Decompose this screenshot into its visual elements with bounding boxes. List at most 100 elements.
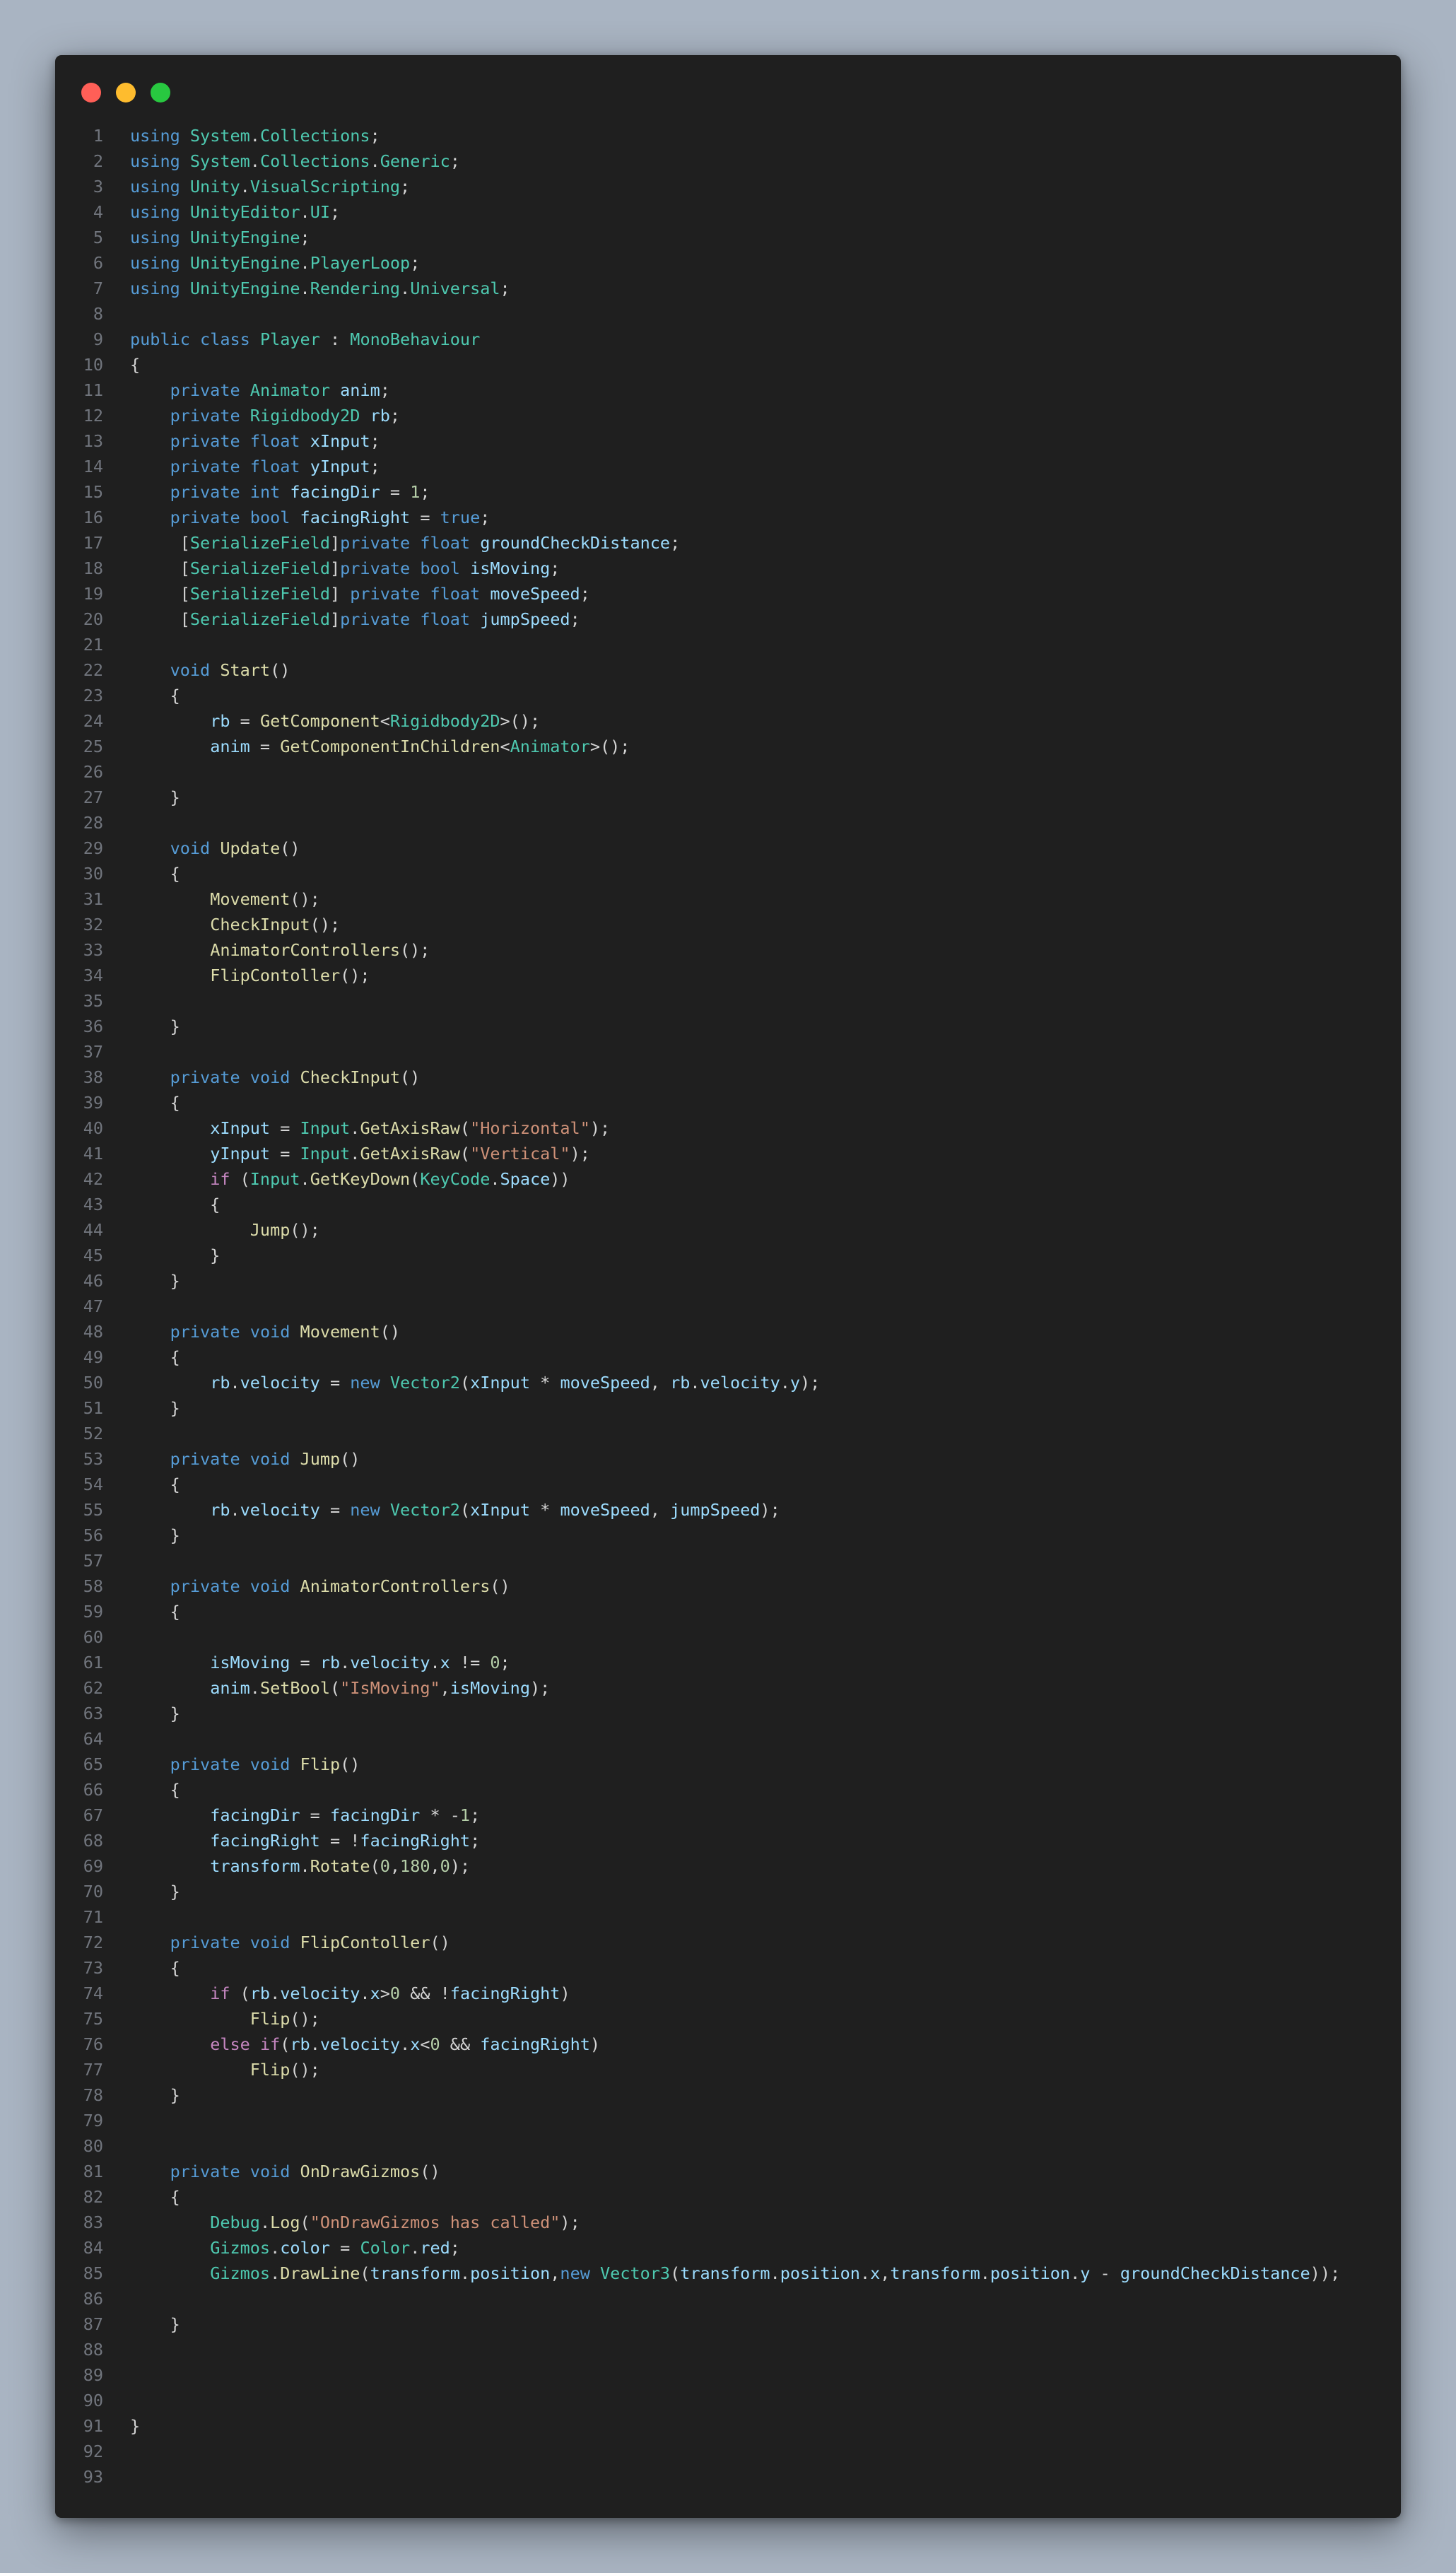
code-line: 28 [55, 810, 1401, 836]
line-number: 80 [83, 2136, 103, 2156]
code-token: ( [230, 1983, 250, 2003]
code-token: private [170, 431, 240, 451]
code-token: ( [459, 1373, 471, 1393]
minimize-button[interactable] [116, 83, 136, 102]
code-line: 17 [SerializeField]private float groundC… [55, 530, 1401, 556]
code-token: ; [470, 1805, 481, 1825]
code-token: ] [329, 558, 341, 578]
line-source: facingRight = !facingRight; [130, 1828, 480, 1853]
line-number: 41 [83, 1144, 103, 1164]
line-number: 10 [83, 355, 103, 375]
code-line: 56 } [55, 1523, 1401, 1548]
code-token: void [249, 1933, 290, 1952]
code-line: 89 [55, 2362, 1401, 2388]
code-line: 25 anim = GetComponentInChildren<Animato… [55, 734, 1401, 759]
code-line: 37 [55, 1039, 1401, 1065]
code-token: . [249, 151, 260, 171]
line-source: { [130, 861, 180, 886]
code-token: ( [280, 2034, 290, 2054]
line-number: 76 [83, 2034, 103, 2054]
code-token: . [270, 2238, 281, 2258]
line-source: using System.Collections; [130, 123, 380, 148]
code-token: } [130, 2085, 180, 2105]
code-token: , [650, 1373, 671, 1393]
code-token: { [130, 1958, 180, 1978]
code-token: Gizmos [210, 2238, 271, 2258]
code-token: } [130, 1704, 180, 1723]
line-number: 36 [83, 1016, 103, 1036]
line-number: 51 [83, 1398, 103, 1418]
line-number: 40 [83, 1118, 103, 1138]
line-number: 88 [83, 2340, 103, 2360]
code-line: 48 private void Movement() [55, 1319, 1401, 1344]
code-token: new [350, 1500, 380, 1520]
code-token: velocity [280, 1983, 360, 2003]
code-token: public [130, 329, 190, 349]
code-token: float [420, 533, 471, 553]
line-number: 45 [83, 1246, 103, 1265]
code-token: = [319, 1373, 351, 1393]
code-token: . [249, 1678, 260, 1698]
code-token: Movement [300, 1322, 380, 1342]
line-number: 83 [83, 2212, 103, 2232]
code-token: transform [890, 2263, 980, 2283]
line-number: 85 [83, 2263, 103, 2283]
code-token: . [690, 1373, 700, 1393]
line-source: { [130, 1599, 180, 1624]
line-source: private void OnDrawGizmos() [130, 2159, 440, 2184]
line-source: Jump(); [130, 1217, 320, 1243]
code-line: 93 [55, 2464, 1401, 2490]
code-line: 40 xInput = Input.GetAxisRaw("Horizontal… [55, 1115, 1401, 1141]
code-token: ( [459, 1144, 471, 1164]
line-source: xInput = Input.GetAxisRaw("Horizontal"); [130, 1115, 610, 1141]
maximize-button[interactable] [151, 83, 170, 102]
code-token: ; [389, 406, 401, 426]
code-token: { [130, 1347, 180, 1367]
code-token: . [300, 253, 310, 273]
code-token: (); [290, 1220, 320, 1240]
code-token: . [249, 126, 260, 146]
code-token: = [249, 737, 281, 756]
line-number: 60 [83, 1627, 103, 1647]
code-line: 1 using System.Collections; [55, 123, 1401, 148]
code-line: 4 using UnityEditor.UI; [55, 199, 1401, 225]
code-token: rb [249, 1983, 271, 2003]
code-token: color [280, 2238, 330, 2258]
code-line: 12 private Rigidbody2D rb; [55, 403, 1401, 428]
code-token: GetAxisRaw [360, 1118, 460, 1138]
line-number: 74 [83, 1983, 103, 2003]
code-token: SetBool [259, 1678, 330, 1698]
code-line: 22 void Start() [55, 657, 1401, 683]
line-number: 14 [83, 457, 103, 476]
code-token: OnDrawGizmos [300, 2162, 421, 2181]
code-token: private [170, 1449, 240, 1469]
code-token: ; [500, 1653, 510, 1672]
line-source: private float xInput; [130, 428, 380, 454]
line-number: 2 [93, 151, 103, 171]
line-source: [SerializeField]private bool isMoving; [130, 556, 560, 581]
line-number: 86 [83, 2289, 103, 2309]
code-line: 64 [55, 1726, 1401, 1752]
code-token: { [130, 2187, 180, 2207]
close-button[interactable] [81, 83, 101, 102]
code-token: } [130, 787, 180, 807]
code-token: 1 [410, 482, 421, 502]
line-source: { [130, 1344, 180, 1370]
code-token: () [400, 1067, 421, 1087]
code-line: 30 { [55, 861, 1401, 886]
